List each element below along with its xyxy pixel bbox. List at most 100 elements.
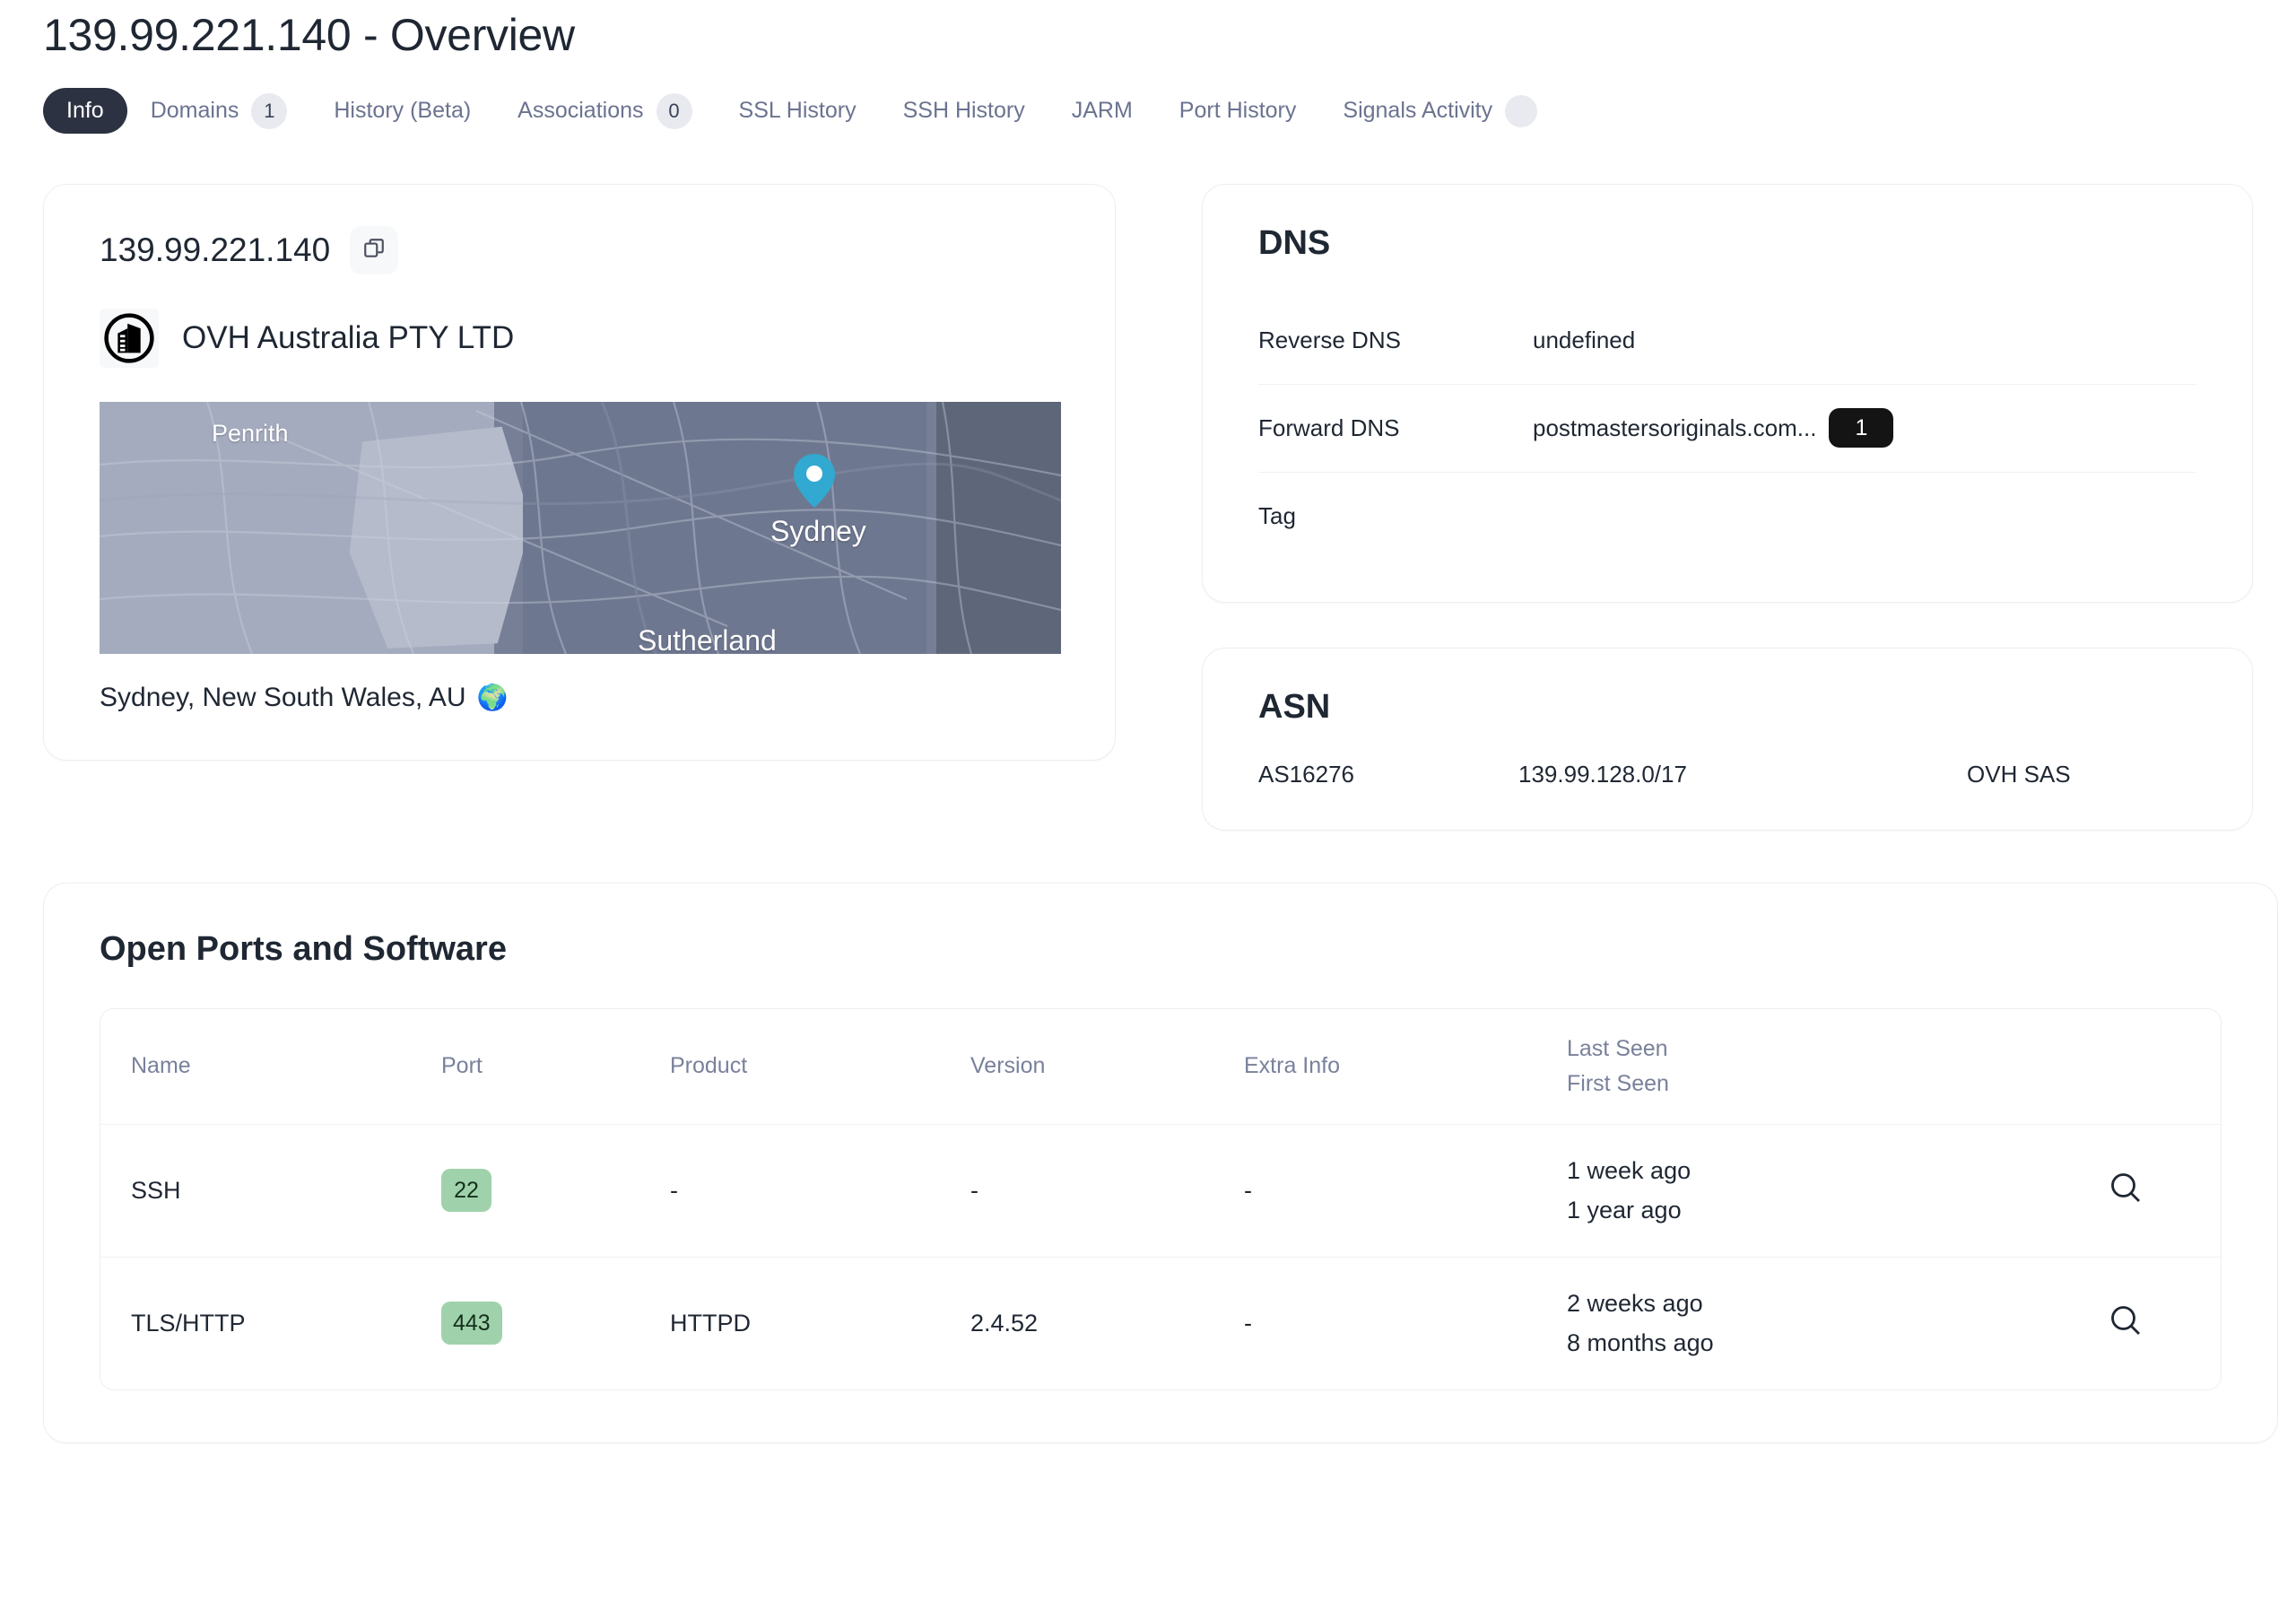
dns-label: Reverse DNS xyxy=(1258,326,1401,353)
cell-product: HTTPD xyxy=(670,1309,751,1337)
open-ports-title: Open Ports and Software xyxy=(100,929,507,968)
open-ports-table-wrapper: Name Port Product Version Extra Info Las… xyxy=(100,1007,2222,1390)
dns-row-forward: Forward DNS postmastersoriginals.com... … xyxy=(1258,385,2196,473)
copy-icon xyxy=(362,237,386,263)
table-header-row: Name Port Product Version Extra Info Las… xyxy=(100,1008,2221,1125)
table-body: SSH 22 - - - 1 week ago 1 year ago TLS/H… xyxy=(100,1124,2221,1389)
column-header-product: Product xyxy=(670,1008,970,1125)
location-row: Sydney, New South Wales, AU 🌍 xyxy=(100,683,1059,713)
cell-version: - xyxy=(970,1124,1244,1258)
tab-label: SSL History xyxy=(738,98,857,123)
ip-info-card: 139.99.221.140 OVH Australia PTY LTD Pen… xyxy=(43,183,1116,761)
tab-ssl-history[interactable]: SSL History xyxy=(716,88,880,134)
column-header-port: Port xyxy=(441,1008,670,1125)
tab-label: Info xyxy=(66,98,104,123)
column-header-name: Name xyxy=(100,1008,441,1125)
column-header-extra-info: Extra Info xyxy=(1244,1008,1567,1125)
globe-icon: 🌍 xyxy=(476,684,509,711)
page-title: 139.99.221.140 - Overview xyxy=(43,10,575,60)
cell-port: 443 xyxy=(441,1257,670,1389)
column-header-seen: Last Seen First Seen xyxy=(1567,1008,2105,1125)
open-ports-table: Name Port Product Version Extra Info Las… xyxy=(100,1008,2221,1389)
dns-label: Forward DNS xyxy=(1258,414,1400,441)
overview-cards-row: 139.99.221.140 OVH Australia PTY LTD Pen… xyxy=(43,183,2253,831)
cell-port: 22 xyxy=(441,1124,670,1258)
dns-value: undefined xyxy=(1533,327,1635,354)
ip-address: 139.99.221.140 xyxy=(100,231,331,268)
tab-port-history[interactable]: Port History xyxy=(1156,88,1320,134)
map-label-sydney: Sydney xyxy=(770,514,866,547)
location-text: Sydney, New South Wales, AU xyxy=(100,682,466,712)
copy-ip-button[interactable] xyxy=(350,225,399,274)
map-pin-icon xyxy=(794,453,835,508)
tab-jarm[interactable]: JARM xyxy=(1048,88,1156,134)
ip-row: 139.99.221.140 xyxy=(100,225,1059,274)
overview-page: 139.99.221.140 - Overview Info Domains 1… xyxy=(0,0,2296,1611)
dns-value[interactable]: postmastersoriginals.com... 1 xyxy=(1533,408,1894,448)
port-badge: 22 xyxy=(441,1169,491,1212)
cell-last-seen: 1 week ago xyxy=(1567,1156,1692,1184)
cell-name: SSH xyxy=(100,1124,441,1258)
row-search-button[interactable] xyxy=(2105,1169,2146,1210)
tab-label: History (Beta) xyxy=(334,98,472,123)
asn-heading: ASN xyxy=(1258,687,1331,726)
row-search-button[interactable] xyxy=(2105,1302,2146,1343)
tab-label: Domains xyxy=(150,98,239,123)
dns-value-text: undefined xyxy=(1533,326,1636,353)
tab-badge-count: 0 xyxy=(656,92,692,129)
search-icon xyxy=(2108,1302,2144,1341)
cell-first-seen: 1 year ago xyxy=(1567,1196,1682,1223)
asn-number[interactable]: AS16276 xyxy=(1258,761,1518,788)
table-row: SSH 22 - - - 1 week ago 1 year ago xyxy=(100,1124,2221,1258)
tab-badge-count: 1 xyxy=(251,92,288,129)
organization-name: OVH Australia PTY LTD xyxy=(182,319,515,355)
column-header-actions xyxy=(2105,1008,2221,1125)
tab-info[interactable]: Info xyxy=(43,88,127,134)
location-map[interactable]: Penrith Sydney Sutherland xyxy=(100,401,1061,654)
cell-first-seen: 8 months ago xyxy=(1567,1328,1714,1356)
dns-row-reverse: Reverse DNS undefined xyxy=(1258,297,2196,385)
cell-extra-info: - xyxy=(1244,1309,1252,1337)
tab-bar: Info Domains 1 History (Beta) Associatio… xyxy=(43,83,2253,139)
cell-product: - xyxy=(670,1124,970,1258)
tab-history-beta[interactable]: History (Beta) xyxy=(310,88,494,134)
port-badge: 443 xyxy=(441,1302,502,1345)
cell-actions xyxy=(2105,1257,2221,1389)
map-label-penrith: Penrith xyxy=(212,419,289,447)
cell-name: TLS/HTTP xyxy=(131,1309,246,1337)
column-header-version: Version xyxy=(970,1008,1244,1125)
asn-card: ASN AS16276 139.99.128.0/17 OVH SAS xyxy=(1202,647,2253,831)
tab-signals-activity[interactable]: Signals Activity xyxy=(1319,85,1561,137)
column-header-last-seen: Last Seen xyxy=(1567,1035,1668,1061)
tab-label: Signals Activity xyxy=(1343,98,1493,123)
cell-seen: 2 weeks ago 8 months ago xyxy=(1567,1257,2105,1389)
dns-label: Tag xyxy=(1258,502,1296,529)
table-head: Name Port Product Version Extra Info Las… xyxy=(100,1008,2221,1125)
open-ports-card: Open Ports and Software Name Port Produc… xyxy=(43,882,2278,1443)
search-icon xyxy=(2108,1170,2144,1208)
cell-seen: 1 week ago 1 year ago xyxy=(1567,1124,2105,1258)
tab-associations[interactable]: Associations 0 xyxy=(494,83,715,139)
asn-prefix[interactable]: 139.99.128.0/17 xyxy=(1518,761,1967,788)
dns-card: DNS Reverse DNS undefined Forward DNS po… xyxy=(1202,183,2253,603)
dns-row-tag: Tag xyxy=(1258,473,2196,561)
cell-extra-info: - xyxy=(1244,1124,1567,1258)
tab-label: JARM xyxy=(1071,98,1133,123)
asn-row: AS16276 139.99.128.0/17 OVH SAS xyxy=(1258,761,2196,788)
building-icon xyxy=(100,308,159,368)
dns-value-text: postmastersoriginals.com... xyxy=(1533,414,1817,441)
cell-version: 2.4.52 xyxy=(970,1309,1039,1337)
cell-actions xyxy=(2105,1124,2221,1258)
cell-last-seen: 2 weeks ago xyxy=(1567,1289,1703,1317)
table-row: TLS/HTTP 443 HTTPD 2.4.52 - 2 weeks ago … xyxy=(100,1257,2221,1389)
column-header-first-seen: First Seen xyxy=(1567,1070,1669,1096)
tab-ssh-history[interactable]: SSH History xyxy=(880,88,1048,134)
organization-row: OVH Australia PTY LTD xyxy=(100,308,1059,368)
right-column: DNS Reverse DNS undefined Forward DNS po… xyxy=(1202,183,2253,831)
tab-domains[interactable]: Domains 1 xyxy=(127,83,311,139)
map-label-sutherland: Sutherland xyxy=(638,623,777,654)
dns-heading: DNS xyxy=(1258,223,1331,262)
tab-label: Port History xyxy=(1178,98,1297,123)
tab-label: SSH History xyxy=(902,98,1025,123)
tab-badge-count xyxy=(1505,94,1538,127)
